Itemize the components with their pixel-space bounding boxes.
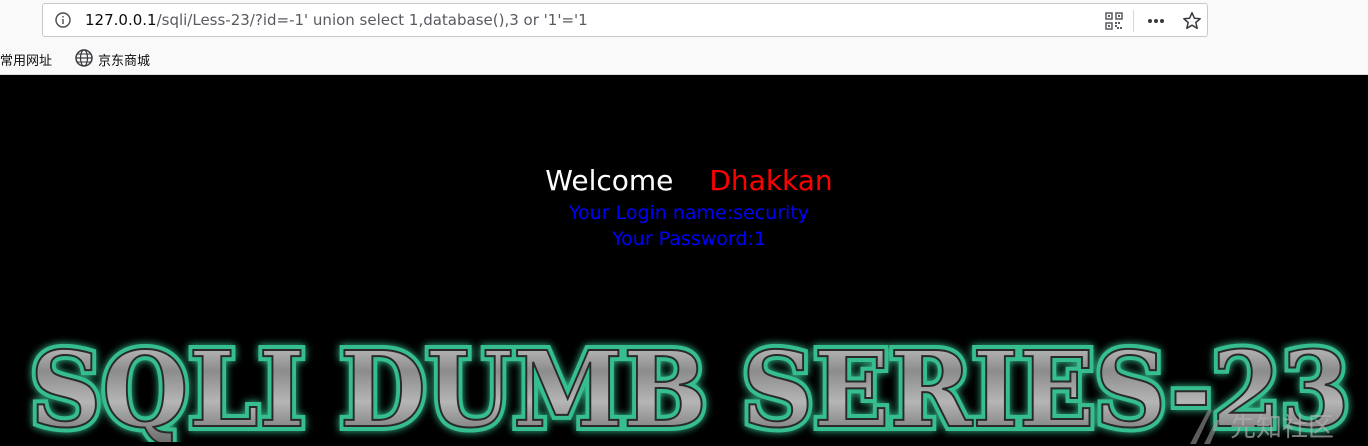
series-banner: SQLI DUMB SERIES-23 SQLI DUMB SERIES-23	[25, 330, 1355, 442]
more-icon[interactable]	[1146, 11, 1166, 31]
watermark: 先知社区	[1190, 410, 1334, 444]
url-path: /sqli/Less-23/?id=-1' union select 1,dat…	[156, 11, 588, 29]
login-name-text: Your Login name:security	[568, 202, 810, 224]
bookmark-jd-mall-label: 京东商城	[98, 54, 151, 69]
welcome-text: Welcome	[545, 164, 674, 197]
globe-icon	[75, 49, 93, 67]
welcome-name: Dhakkan	[709, 164, 833, 197]
address-bar[interactable]: 127.0.0.1/sqli/Less-23/?id=-1' union sel…	[42, 3, 1208, 37]
password-text: Your Password:1	[612, 228, 766, 250]
bookmarks-toolbar: 常用网址 京东商城	[0, 46, 1368, 70]
watermark-text: 先知社区	[1230, 413, 1334, 443]
star-icon[interactable]	[1182, 11, 1202, 31]
browser-chrome: 127.0.0.1/sqli/Less-23/?id=-1' union sel…	[0, 0, 1368, 75]
qr-code-icon[interactable]	[1104, 11, 1124, 31]
banner-title: SQLI DUMB SERIES-23	[30, 330, 1350, 442]
page-content: Welcome Dhakkan Your Login name:security …	[0, 75, 1368, 446]
info-icon[interactable]	[55, 12, 71, 28]
url-host: 127.0.0.1	[85, 11, 157, 29]
welcome-line: Welcome Dhakkan	[0, 164, 1368, 198]
toolbar-divider	[1133, 10, 1134, 32]
url-input[interactable]: 127.0.0.1/sqli/Less-23/?id=-1' union sel…	[85, 11, 588, 29]
bookmark-common-sites[interactable]: 常用网址	[0, 50, 52, 69]
